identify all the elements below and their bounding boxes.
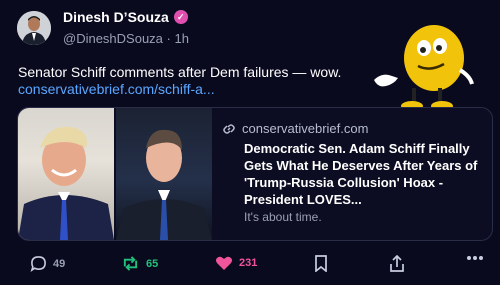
avatar-photo bbox=[17, 11, 51, 45]
post-text: Senator Schiff comments after Dem failur… bbox=[18, 64, 342, 80]
post-link[interactable]: conservativebrief.com/schiff-a... bbox=[18, 81, 215, 97]
repost-button[interactable]: 65 bbox=[121, 255, 158, 272]
bookmark-icon bbox=[315, 255, 327, 272]
meta-separator: · bbox=[166, 31, 171, 46]
verified-icon: ✓ bbox=[173, 10, 188, 24]
author-handle[interactable]: @DineshDSouza bbox=[63, 31, 163, 46]
card-description: It's about time. bbox=[244, 210, 322, 224]
like-icon bbox=[216, 256, 232, 270]
card-domain: conservativebrief.com bbox=[242, 121, 369, 136]
reply-icon bbox=[30, 256, 46, 272]
action-bar: 49 65 231 bbox=[0, 255, 500, 281]
author-name-row[interactable]: Dinesh D’Souza ✓ bbox=[63, 9, 188, 25]
more-icon bbox=[467, 256, 483, 260]
repost-count: 65 bbox=[146, 257, 159, 270]
share-button[interactable] bbox=[389, 255, 405, 273]
bookmark-button[interactable] bbox=[314, 255, 328, 272]
card-image-right bbox=[116, 108, 212, 240]
reply-button[interactable]: 49 bbox=[30, 255, 65, 272]
smiley-pointing-icon bbox=[374, 25, 474, 111]
author-meta: @DineshDSouza · 1h bbox=[63, 31, 189, 46]
avatar[interactable] bbox=[17, 11, 51, 45]
more-options-button[interactable] bbox=[466, 255, 484, 261]
link-icon bbox=[223, 123, 235, 134]
like-count: 231 bbox=[239, 257, 258, 269]
card-title[interactable]: Democratic Sen. Adam Schiff Finally Gets… bbox=[244, 140, 484, 208]
repost-icon bbox=[123, 256, 138, 271]
author-name[interactable]: Dinesh D’Souza bbox=[63, 9, 169, 25]
link-preview-card[interactable]: conservativebrief.com Democratic Sen. Ad… bbox=[17, 107, 493, 241]
share-icon bbox=[390, 255, 404, 272]
like-button[interactable]: 231 bbox=[215, 255, 257, 271]
reply-count: 49 bbox=[53, 257, 66, 270]
card-image-left bbox=[18, 108, 114, 240]
post-time[interactable]: 1h bbox=[175, 31, 189, 46]
card-domain-row: conservativebrief.com bbox=[222, 121, 368, 136]
